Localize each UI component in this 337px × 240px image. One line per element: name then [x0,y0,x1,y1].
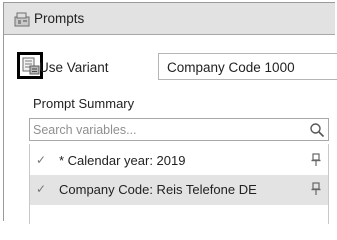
prompt-summary-list: ✓ * Calendar year: 2019 ✓ Company Code: … [29,144,329,224]
check-icon: ✓ [36,153,47,167]
search-variables-input[interactable]: Search variables... [29,118,329,141]
prompts-panel: Prompts Use Variant Company Code 1000 Pr… [3,2,337,224]
prompts-icon [14,11,32,27]
search-icon[interactable] [309,122,325,138]
variant-select[interactable]: Company Code 1000 [158,53,337,80]
check-icon: ✓ [36,182,47,196]
panel-titlebar: Prompts [4,3,335,35]
variant-icon [22,57,40,75]
list-item[interactable]: ✓ Company Code: Reis Telefone DE [30,175,328,205]
pin-icon[interactable] [311,153,321,167]
pin-icon[interactable] [311,182,321,196]
panel-title: Prompts [34,11,85,26]
search-placeholder: Search variables... [33,123,137,137]
list-item-text: * Calendar year: 2019 [59,153,186,168]
list-item-text: Company Code: Reis Telefone DE [59,182,257,197]
prompt-summary-heading: Prompt Summary [33,96,135,111]
use-variant-label: Use Variant [39,60,109,75]
list-item[interactable]: ✓ * Calendar year: 2019 [30,146,328,176]
variant-value: Company Code 1000 [167,60,295,75]
